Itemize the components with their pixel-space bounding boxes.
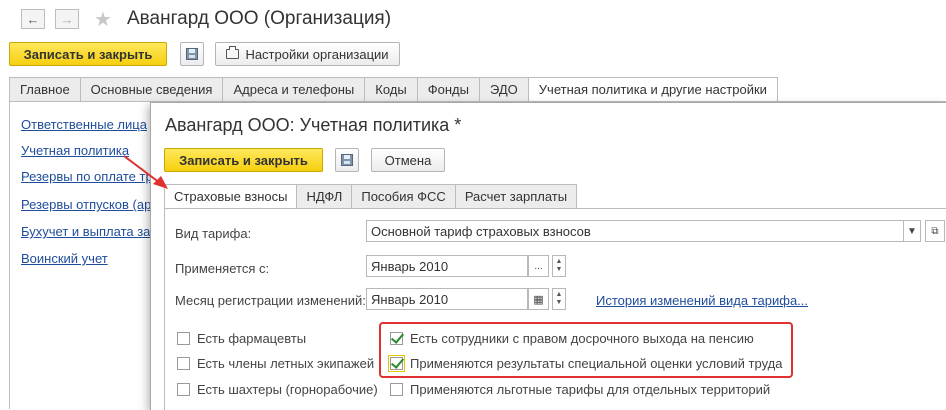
- annotation-arrow: [123, 155, 168, 189]
